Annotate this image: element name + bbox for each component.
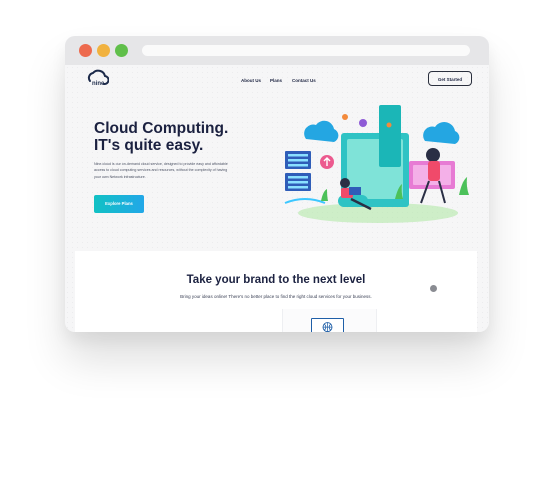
section-subtitle: Bring your ideas online! There's no bett… — [180, 294, 372, 299]
browser-window: nine About Us Plans Contact Us Get Start… — [65, 36, 489, 332]
brand-logo-text: nine — [92, 81, 105, 87]
nav-about[interactable]: About Us — [241, 78, 261, 83]
get-started-button[interactable]: Get Started — [428, 71, 472, 86]
hero-title-line1: Cloud Computing. — [94, 120, 229, 137]
globe-monitor-icon — [311, 318, 344, 332]
address-bar[interactable] — [142, 45, 470, 56]
window-close-dot[interactable] — [79, 44, 92, 57]
features-section: Take your brand to the next level Bring … — [75, 251, 477, 332]
nav-contact[interactable]: Contact Us — [292, 78, 316, 83]
hero-description-line3: your own Network infrastructure. — [94, 174, 146, 179]
scroll-indicator-dot[interactable] — [430, 285, 437, 292]
hero-title: Cloud Computing. IT's quite easy. — [94, 120, 264, 154]
window-maximize-dot[interactable] — [115, 44, 128, 57]
hero-description: Nine.cloud is our on-demand cloud servic… — [94, 161, 269, 180]
browser-titlebar — [65, 36, 489, 65]
nav-plans[interactable]: Plans — [270, 78, 282, 83]
window-minimize-dot[interactable] — [97, 44, 110, 57]
web-page: nine About Us Plans Contact Us Get Start… — [65, 65, 489, 332]
cloud-computing-illustration — [284, 105, 469, 223]
hero-title-line2: IT's quite easy. — [94, 137, 204, 154]
section-title: Take your brand to the next level — [186, 274, 366, 286]
explore-plans-button[interactable]: Explore Plans — [94, 195, 144, 213]
cloud-logo-icon[interactable] — [85, 69, 109, 91]
